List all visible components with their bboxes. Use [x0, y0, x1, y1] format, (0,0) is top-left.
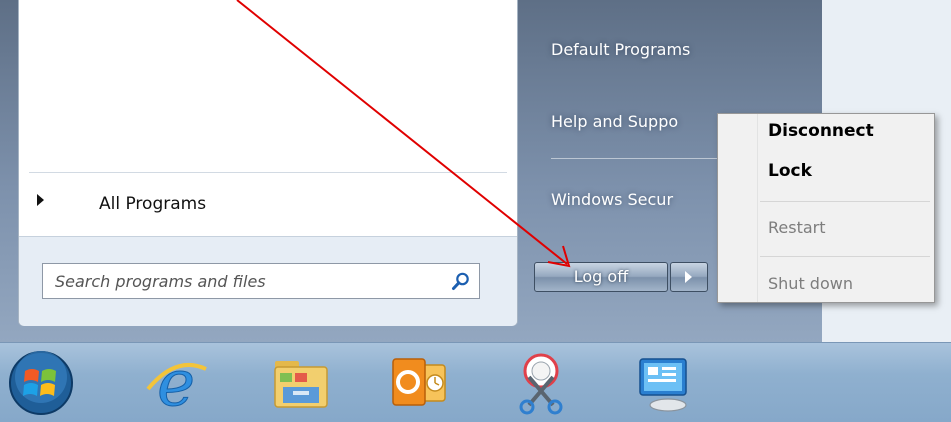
search-area: [19, 236, 517, 326]
menu-separator: [760, 201, 930, 202]
default-programs-link[interactable]: Default Programs: [551, 40, 690, 59]
windows-start-orb-icon[interactable]: [5, 347, 77, 419]
outlook-icon[interactable]: [383, 347, 455, 419]
expand-arrow-icon: [37, 194, 44, 206]
menu-separator: [760, 256, 930, 257]
taskbar: e: [0, 342, 951, 422]
help-and-support-link[interactable]: Help and Suppo: [551, 112, 678, 131]
file-explorer-icon[interactable]: [265, 347, 337, 419]
power-options-button[interactable]: [670, 262, 708, 292]
power-context-menu: Disconnect Lock Restart Shut down: [717, 113, 935, 303]
pinned-programs-list: [19, 0, 517, 165]
windows-security-link[interactable]: Windows Secur: [551, 190, 673, 209]
programs-pane: All Programs: [18, 0, 518, 326]
all-programs-button[interactable]: All Programs: [29, 183, 507, 227]
right-pane-divider: [551, 158, 721, 159]
chevron-right-icon: [685, 271, 692, 283]
menu-item-lock[interactable]: Lock: [768, 161, 812, 181]
menu-item-restart: Restart: [768, 218, 826, 237]
menu-item-shut-down: Shut down: [768, 274, 853, 293]
menu-item-disconnect[interactable]: Disconnect: [768, 121, 874, 141]
internet-explorer-icon[interactable]: e: [140, 347, 212, 419]
search-input[interactable]: [42, 263, 480, 299]
remote-desktop-icon[interactable]: [628, 347, 700, 419]
svg-text:e: e: [157, 347, 195, 419]
search-icon[interactable]: [451, 271, 471, 291]
log-off-button[interactable]: Log off: [534, 262, 668, 292]
pane-divider: [29, 172, 507, 173]
snipping-tool-icon[interactable]: [505, 347, 577, 419]
all-programs-label: All Programs: [99, 194, 207, 214]
